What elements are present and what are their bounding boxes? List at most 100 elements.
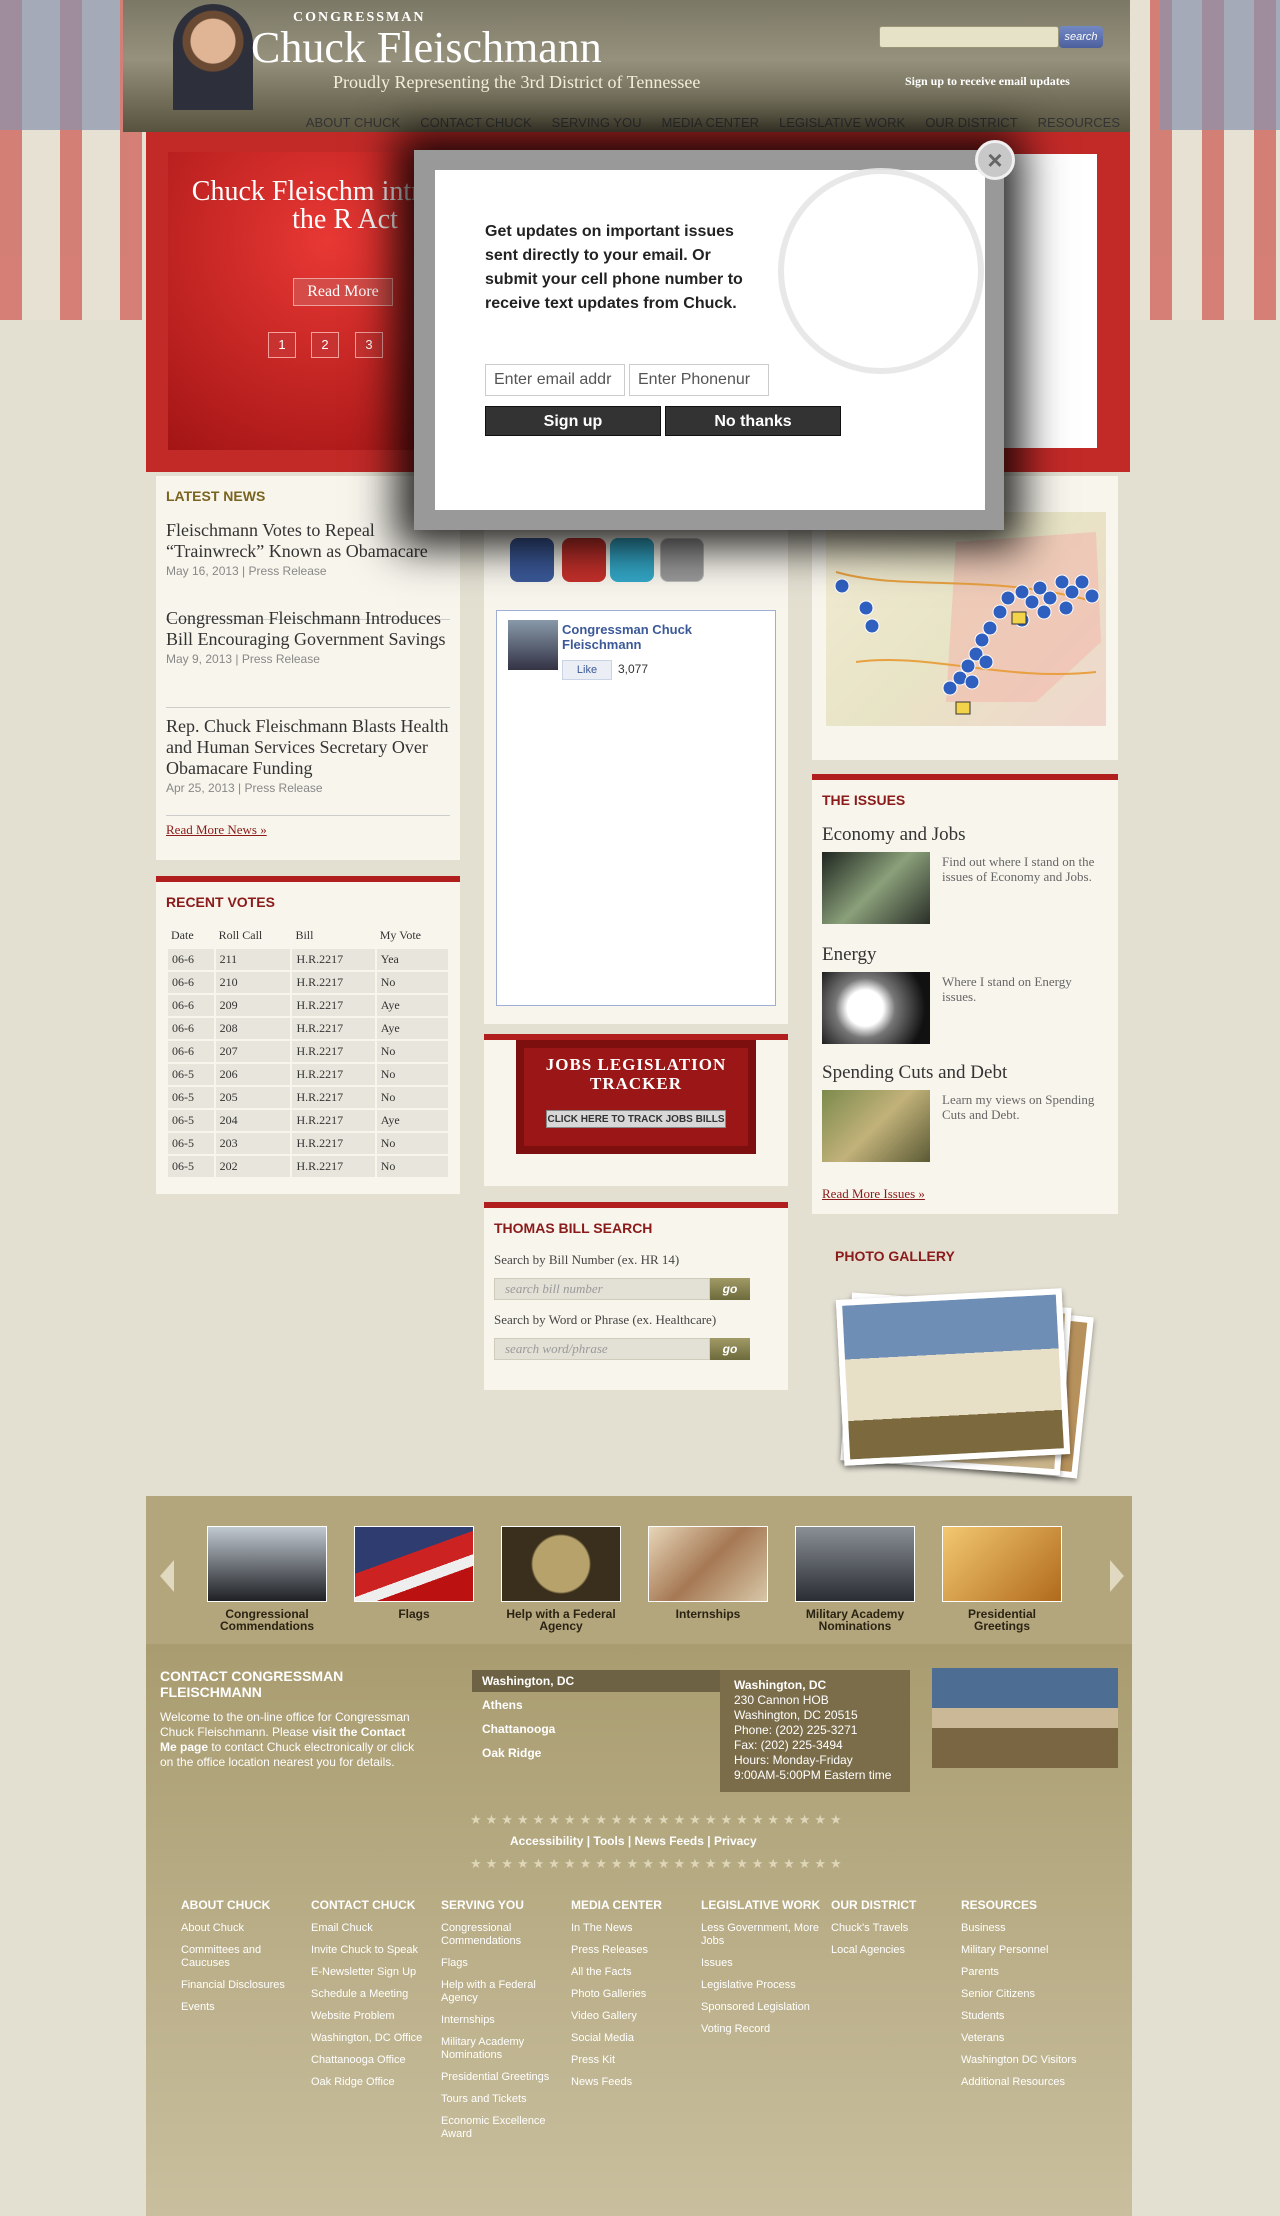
search-input[interactable] (879, 26, 1059, 48)
students-image[interactable] (648, 1526, 768, 1602)
news-item[interactable]: Congressman Fleischmann Introduces Bill … (166, 608, 450, 708)
tools-link[interactable]: Tools (593, 1834, 624, 1848)
news-item[interactable]: Fleischmann Votes to Repeal “Trainwreck”… (166, 520, 450, 620)
word-phrase-input[interactable]: search word/phrase (494, 1338, 710, 1360)
footer-column-title[interactable]: MEDIA CENTER (571, 1898, 691, 1912)
footer-link[interactable]: Tours and Tickets (441, 2093, 561, 2106)
nav-contact-chuck[interactable]: CONTACT CHUCK (410, 114, 541, 132)
nav-our-district[interactable]: OUR DISTRICT (915, 114, 1027, 132)
issue-heading-economy[interactable]: Economy and Jobs (822, 824, 966, 846)
flickr-icon[interactable] (660, 538, 704, 582)
facebook-profile-photo[interactable] (508, 620, 558, 670)
money-image[interactable] (822, 852, 930, 924)
district-map[interactable] (826, 512, 1106, 726)
bill-number-go-button[interactable]: go (710, 1278, 750, 1300)
footer-link[interactable]: Military Academy Nominations (441, 2036, 561, 2062)
footer-link[interactable]: Video Gallery (571, 2010, 691, 2023)
footer-link[interactable]: Washington, DC Office (311, 2032, 431, 2045)
footer-link[interactable]: Veterans (961, 2032, 1081, 2045)
footer-link[interactable]: Social Media (571, 2032, 691, 2045)
strip-label[interactable]: Flags (354, 1608, 474, 1620)
youtube-icon[interactable] (562, 538, 606, 582)
footer-link[interactable]: Oak Ridge Office (311, 2076, 431, 2089)
graduates-image[interactable] (207, 1526, 327, 1602)
footer-link[interactable]: Events (181, 2001, 301, 2014)
footer-link[interactable]: Issues (701, 1957, 821, 1970)
strip-next-arrow[interactable] (1110, 1560, 1124, 1592)
footer-column-title[interactable]: CONTACT CHUCK (311, 1898, 431, 1912)
footer-link[interactable]: Parents (961, 1966, 1081, 1979)
footer-link[interactable]: Local Agencies (831, 1944, 951, 1957)
footer-link[interactable]: Schedule a Meeting (311, 1988, 431, 2001)
privacy-link[interactable]: Privacy (714, 1834, 757, 1848)
read-more-news-link[interactable]: Read More News » (166, 822, 267, 838)
footer-link[interactable]: Help with a Federal Agency (441, 1979, 561, 2005)
footer-link[interactable]: Additional Resources (961, 2076, 1081, 2089)
issue-heading-spending[interactable]: Spending Cuts and Debt (822, 1062, 1007, 1084)
footer-column-title[interactable]: SERVING YOU (441, 1898, 561, 1912)
strip-label[interactable]: Internships (648, 1608, 768, 1620)
news-feeds-link[interactable]: News Feeds (635, 1834, 704, 1848)
slide-page-1[interactable]: 1 (268, 332, 296, 358)
office-tab-athens[interactable]: Athens (472, 1694, 722, 1716)
slide-read-more-button[interactable]: Read More (293, 278, 393, 306)
footer-link[interactable]: Washington DC Visitors (961, 2054, 1081, 2067)
nav-about-chuck[interactable]: ABOUT CHUCK (296, 114, 410, 132)
footer-link[interactable]: Presidential Greetings (441, 2071, 561, 2084)
military-image[interactable] (795, 1526, 915, 1602)
footer-link[interactable]: Less Government, More Jobs (701, 1922, 821, 1948)
footer-column-title[interactable]: ABOUT CHUCK (181, 1898, 301, 1912)
footer-link[interactable]: Military Personnel (961, 1944, 1081, 1957)
strip-label[interactable]: Help with a Federal Agency (501, 1608, 621, 1632)
read-more-issues-link[interactable]: Read More Issues » (822, 1186, 925, 1202)
footer-link[interactable]: Committees and Caucuses (181, 1944, 301, 1970)
office-tab-oak-ridge[interactable]: Oak Ridge (472, 1742, 722, 1764)
modal-no-thanks-button[interactable]: No thanks (665, 406, 841, 436)
issue-heading-energy[interactable]: Energy (822, 944, 877, 966)
flag-image[interactable] (354, 1526, 474, 1602)
footer-link[interactable]: Senior Citizens (961, 1988, 1081, 2001)
footer-column-title[interactable]: LEGISLATIVE WORK (701, 1898, 821, 1912)
footer-column-title[interactable]: OUR DISTRICT (831, 1898, 951, 1912)
light-bulb-image[interactable] (822, 972, 930, 1044)
footer-link[interactable]: All the Facts (571, 1966, 691, 1979)
strip-label[interactable]: Presidential Greetings (942, 1608, 1062, 1632)
footer-link[interactable]: Sponsored Legislation (701, 2001, 821, 2014)
footer-link[interactable]: News Feeds (571, 2076, 691, 2089)
seal-image[interactable] (501, 1526, 621, 1602)
nav-resources[interactable]: RESOURCES (1028, 114, 1130, 132)
footer-link[interactable]: Financial Disclosures (181, 1979, 301, 1992)
footer-link[interactable]: Economic Excellence Award (441, 2115, 561, 2141)
footer-link[interactable]: Internships (441, 2014, 561, 2027)
header-name[interactable]: Chuck Fleischmann (251, 22, 602, 73)
office-tab-washington[interactable]: Washington, DC (472, 1670, 722, 1692)
modal-signup-button[interactable]: Sign up (485, 406, 661, 436)
strip-item-internships[interactable]: Internships (648, 1526, 768, 1620)
strip-label[interactable]: Congressional Commendations (207, 1608, 327, 1632)
footer-link[interactable]: Press Kit (571, 2054, 691, 2067)
slide-page-2[interactable]: 2 (311, 332, 339, 358)
accessibility-link[interactable]: Accessibility (510, 1834, 583, 1848)
facebook-page-name[interactable]: Congressman Chuck Fleischmann (562, 622, 762, 652)
footer-column-title[interactable]: RESOURCES (961, 1898, 1081, 1912)
footer-link[interactable]: Invite Chuck to Speak (311, 1944, 431, 1957)
bill-number-input[interactable]: search bill number (494, 1278, 710, 1300)
footer-link[interactable]: Students (961, 2010, 1081, 2023)
news-headline[interactable]: Congressman Fleischmann Introduces Bill … (166, 608, 450, 650)
office-tab-chattanooga[interactable]: Chattanooga (472, 1718, 722, 1740)
footer-link[interactable]: Website Problem (311, 2010, 431, 2023)
footer-link[interactable]: About Chuck (181, 1922, 301, 1935)
strip-item-presidential-greetings[interactable]: Presidential Greetings (942, 1526, 1062, 1632)
track-jobs-bills-button[interactable]: CLICK HERE TO TRACK JOBS BILLS (546, 1110, 726, 1128)
strip-item-flags[interactable]: Flags (354, 1526, 474, 1620)
footer-link[interactable]: Flags (441, 1957, 561, 1970)
slide-page-3[interactable]: 3 (355, 332, 383, 358)
news-headline[interactable]: Fleischmann Votes to Repeal “Trainwreck”… (166, 520, 450, 562)
pen-image[interactable] (942, 1526, 1062, 1602)
nav-legislative-work[interactable]: LEGISLATIVE WORK (769, 114, 915, 132)
strip-item-federal-agency[interactable]: Help with a Federal Agency (501, 1526, 621, 1632)
email-signup-link[interactable]: Sign up to receive email updates (905, 74, 1070, 89)
footer-link[interactable]: Chuck's Travels (831, 1922, 951, 1935)
dollar-bills-image[interactable] (822, 1090, 930, 1162)
footer-link[interactable]: E-Newsletter Sign Up (311, 1966, 431, 1979)
